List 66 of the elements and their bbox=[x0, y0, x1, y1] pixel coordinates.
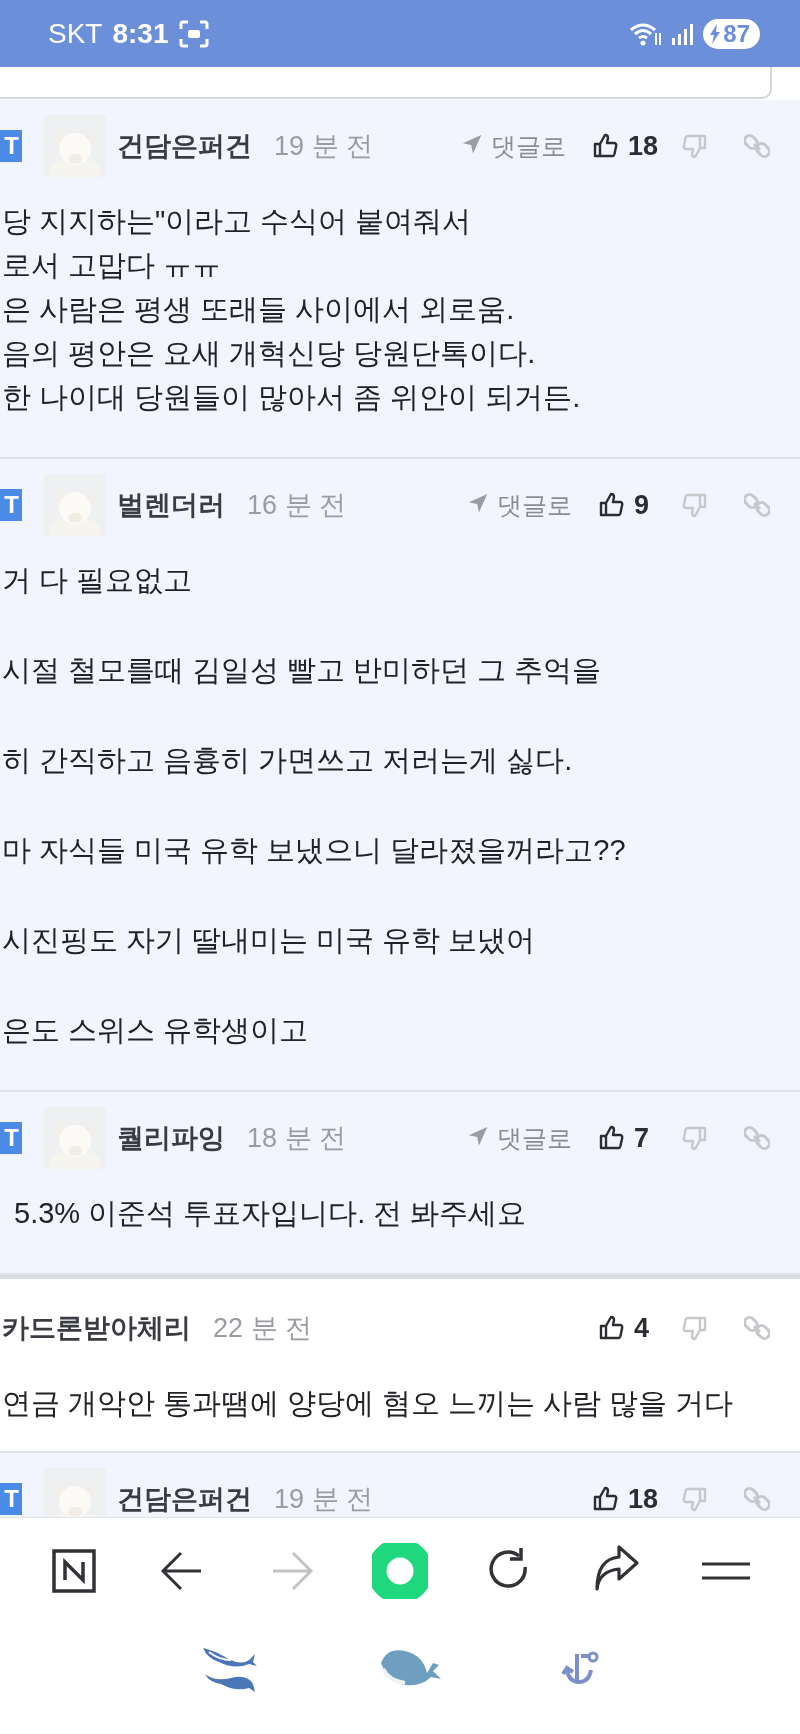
link-icon bbox=[744, 1314, 770, 1342]
author-name[interactable]: 벌렌더러 bbox=[117, 487, 225, 523]
author-name[interactable]: 퀄리파잉 bbox=[117, 1120, 225, 1156]
timestamp: 19 분 전 bbox=[274, 130, 374, 163]
comment-text: 은 사람은 평생 또래들 사이에서 외로움. bbox=[2, 292, 516, 327]
link-icon bbox=[744, 491, 770, 519]
member-badge: T bbox=[0, 1122, 22, 1154]
thumbs-up-icon bbox=[598, 1314, 624, 1342]
member-badge: T bbox=[0, 489, 22, 521]
thumbs-down-icon bbox=[682, 491, 708, 519]
comment-text: 한 나이대 당원들이 많아서 좀 위안이 되거든. bbox=[2, 380, 582, 415]
like-button[interactable]: 18 bbox=[591, 130, 658, 162]
timestamp: 22 분 전 bbox=[213, 1312, 313, 1345]
thumbs-up-icon bbox=[591, 132, 618, 160]
dislike-button[interactable] bbox=[682, 132, 708, 160]
link-button[interactable] bbox=[744, 1485, 770, 1513]
link-button[interactable] bbox=[744, 491, 770, 519]
ring-icon bbox=[371, 1542, 428, 1599]
dislike-button[interactable] bbox=[682, 1124, 708, 1152]
clock: 8:31 bbox=[112, 17, 169, 50]
dislike-button[interactable] bbox=[682, 1485, 708, 1513]
author-name[interactable]: 건담은퍼건 bbox=[117, 128, 252, 164]
wifi-icon bbox=[629, 20, 664, 47]
link-icon bbox=[744, 1485, 770, 1513]
comment-text: 당 지지하는"이라고 수식어 붙여줘서 bbox=[2, 204, 473, 239]
timestamp: 18 분 전 bbox=[247, 1122, 347, 1155]
thumbs-up-icon bbox=[591, 1485, 618, 1513]
timestamp: 19 분 전 bbox=[274, 1483, 374, 1516]
link-button[interactable] bbox=[744, 1314, 770, 1342]
menu-icon bbox=[699, 1560, 752, 1581]
ring-button[interactable] bbox=[369, 1540, 430, 1601]
battery-indicator: 87 bbox=[703, 18, 760, 49]
thumbs-down-icon bbox=[682, 132, 708, 160]
comment-text: 은도 스위스 유학생이고 bbox=[2, 1013, 310, 1048]
comment-text: 시절 철모를때 김일성 빨고 반미하던 그 추억을 bbox=[2, 653, 603, 688]
thumbs-up-icon bbox=[598, 491, 624, 519]
like-button[interactable]: 9 bbox=[598, 489, 658, 521]
member-badge: T bbox=[0, 1483, 22, 1515]
carrier: SKT bbox=[48, 17, 103, 50]
like-button[interactable]: 18 bbox=[591, 1483, 658, 1515]
comment-text: 마 자식들 미국 유학 보냈으니 달라졌을꺼라고?? bbox=[2, 833, 627, 868]
thumbs-up-icon bbox=[598, 1124, 624, 1152]
like-button[interactable]: 4 bbox=[598, 1312, 658, 1344]
member-badge: T bbox=[0, 130, 22, 162]
screenshot-icon bbox=[178, 19, 209, 48]
link-icon bbox=[744, 1124, 770, 1152]
dislike-button[interactable] bbox=[682, 491, 708, 519]
comment-text: 음의 평안은 요새 개혁신당 당원단톡이다. bbox=[2, 336, 537, 371]
link-button[interactable] bbox=[744, 132, 770, 160]
comment-text: 시진핑도 자기 딸내미는 미국 유학 보냈어 bbox=[2, 923, 537, 958]
comment-text: 히 간직하고 음흉히 가면쓰고 저러는게 싫다. bbox=[2, 743, 574, 778]
timestamp: 16 분 전 bbox=[247, 489, 347, 522]
thumbs-down-icon bbox=[682, 1485, 708, 1513]
signal-icon bbox=[671, 21, 696, 46]
thumbs-down-icon bbox=[682, 1124, 708, 1152]
like-button[interactable]: 7 bbox=[598, 1122, 658, 1154]
thumbs-down-icon bbox=[682, 1314, 708, 1342]
link-button[interactable] bbox=[744, 1124, 770, 1152]
comment-text: 5.3% 이준석 투표자입니다. 전 봐주세요 bbox=[14, 1196, 528, 1231]
comment-text: 연금 개악안 통과땜에 양당에 혐오 느끼는 사람 많을 거다 bbox=[2, 1386, 735, 1421]
author-name[interactable]: 카드론받아체리 bbox=[2, 1310, 191, 1346]
comment-text: 로서 고맙다 ㅠㅠ bbox=[2, 248, 223, 283]
author-name[interactable]: 건담은퍼건 bbox=[117, 1481, 252, 1517]
dislike-button[interactable] bbox=[682, 1314, 708, 1342]
comment-text: 거 다 필요없고 bbox=[2, 563, 194, 598]
link-icon bbox=[744, 132, 770, 160]
